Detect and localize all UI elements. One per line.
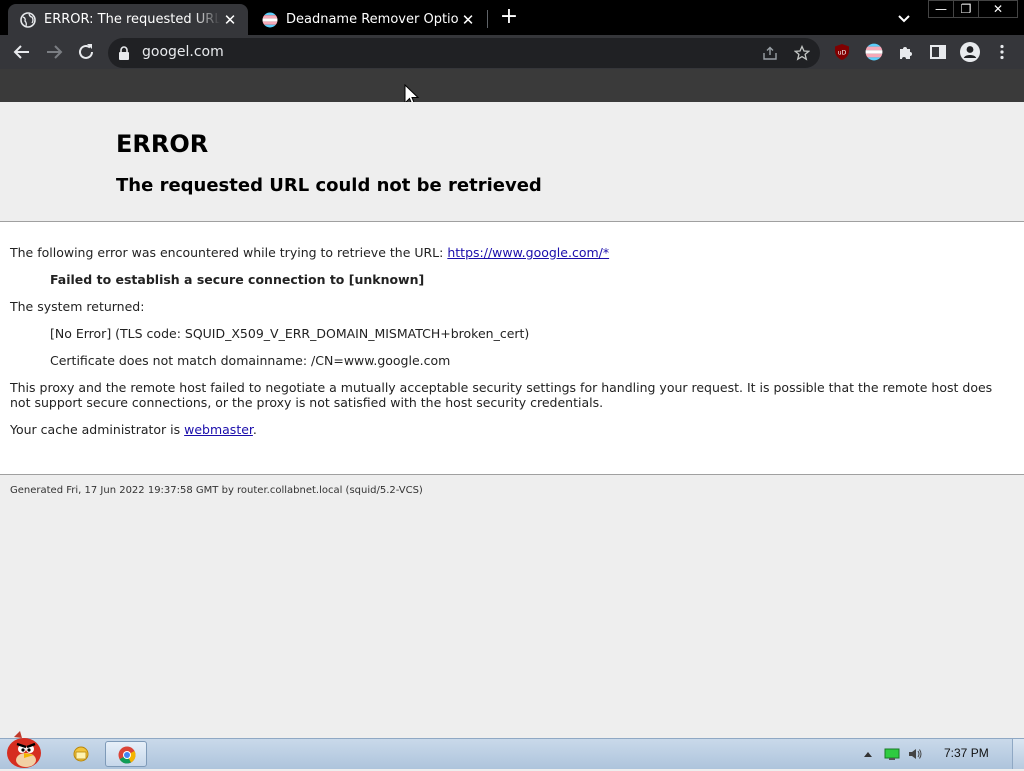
tab-error[interactable]: ERROR: The requested URL could not be re… xyxy=(8,4,248,35)
profile-icon[interactable] xyxy=(959,41,981,63)
side-panel-icon[interactable] xyxy=(929,43,947,61)
close-window-button[interactable]: ✕ xyxy=(978,0,1018,18)
menu-icon[interactable] xyxy=(993,43,1011,61)
globe-icon xyxy=(20,11,36,28)
requested-url-link[interactable]: https://www.google.com/* xyxy=(447,245,609,260)
show-desktop-button[interactable] xyxy=(1012,739,1024,769)
explorer-folder-icon[interactable] xyxy=(66,741,96,767)
generated-footer: Generated Fri, 17 Jun 2022 19:37:58 GMT … xyxy=(10,485,423,496)
tab-close-button[interactable]: ✕ xyxy=(220,11,240,29)
lock-icon[interactable] xyxy=(118,46,130,60)
encountered-text: The following error was encountered whil… xyxy=(10,245,448,260)
puzzle-extensions-icon[interactable] xyxy=(897,43,915,61)
minimize-button[interactable]: — xyxy=(928,0,954,18)
admin-line: Your cache administrator is webmaster. xyxy=(10,422,257,437)
page-title: ERROR xyxy=(116,130,209,158)
failure-message: Failed to establish a secure connection … xyxy=(50,272,425,287)
taskbar: 7:37 PM xyxy=(0,738,1024,769)
volume-icon[interactable] xyxy=(907,747,923,761)
tab-search-chevron-icon[interactable] xyxy=(894,8,914,28)
angry-bird-start-icon[interactable] xyxy=(0,729,50,768)
tls-error-text: [No Error] (TLS code: SQUID_X509_V_ERR_D… xyxy=(50,326,530,341)
restore-button[interactable]: ❐ xyxy=(953,0,979,18)
chrome-taskbar-button[interactable] xyxy=(105,741,147,767)
address-bar[interactable]: googel.com xyxy=(108,38,820,68)
chrome-icon xyxy=(118,746,136,764)
svg-text:uD: uD xyxy=(838,50,847,57)
tab-separator xyxy=(487,10,488,28)
admin-text: Your cache administrator is xyxy=(10,422,185,437)
address-text[interactable]: googel.com xyxy=(142,44,224,60)
new-tab-button[interactable]: + xyxy=(497,6,521,30)
tab-deadname-remover[interactable]: Deadname Remover Options ✕ xyxy=(250,4,486,35)
trans-flag-icon xyxy=(262,12,278,27)
tab-title: Deadname Remover Options xyxy=(286,12,458,27)
encountered-line: The following error was encountered whil… xyxy=(10,245,609,260)
ublock-origin-icon[interactable]: uD xyxy=(833,43,851,61)
explanation-paragraph: This proxy and the remote host failed to… xyxy=(10,380,993,410)
tab-title: ERROR: The requested URL could not be re… xyxy=(44,12,220,27)
bookmarks-strip xyxy=(0,69,1024,102)
tab-close-button[interactable]: ✕ xyxy=(458,11,478,29)
error-body: The following error was encountered whil… xyxy=(0,222,1024,475)
bookmark-star-icon[interactable] xyxy=(794,45,810,61)
certificate-message: Certificate does not match domainname: /… xyxy=(50,353,451,368)
tab-strip: ERROR: The requested URL could not be re… xyxy=(0,0,1024,35)
forward-arrow-icon[interactable] xyxy=(42,40,66,64)
network-icon[interactable] xyxy=(884,747,900,761)
system-clock[interactable]: 7:37 PM xyxy=(944,746,989,760)
error-header: ERROR The requested URL could not be ret… xyxy=(0,102,1024,222)
reload-icon[interactable] xyxy=(74,40,98,64)
admin-suffix: . xyxy=(252,422,257,437)
browser-toolbar: googel.com uD xyxy=(0,35,1024,69)
webmaster-link[interactable]: webmaster xyxy=(184,422,253,437)
system-returned-label: The system returned: xyxy=(10,299,145,314)
back-arrow-icon[interactable] xyxy=(10,40,34,64)
share-icon[interactable] xyxy=(762,45,778,61)
page-subtitle: The requested URL could not be retrieved xyxy=(116,175,542,196)
trans-flag-extension-icon[interactable] xyxy=(865,43,883,61)
show-hidden-icons-arrow[interactable] xyxy=(860,747,876,761)
